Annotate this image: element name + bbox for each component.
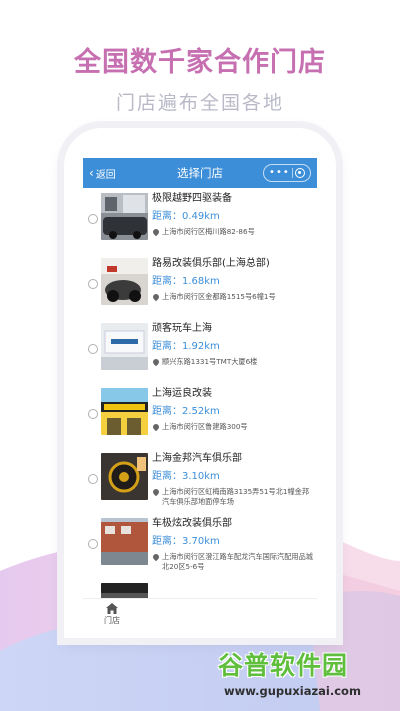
store-item[interactable]: 顽客玩车上海 距离：1.92km 颛兴东路1331号TMT大厦6楼: [83, 318, 317, 383]
store-photo: [101, 583, 148, 598]
promo-headline: 全国数千家合作门店: [74, 47, 326, 78]
store-item[interactable]: 上海运良改装 距离：2.52km 上海市闵行区鲁建路300号: [83, 383, 317, 448]
location-pin-icon: [151, 487, 161, 497]
navbar: ‹ 返回 选择门店 •••: [83, 158, 317, 188]
page-title: 选择门店: [177, 166, 223, 180]
more-dots-icon[interactable]: •••: [269, 168, 290, 178]
store-address: 颛兴东路1331号TMT大厦6楼: [162, 357, 258, 366]
store-name: 顽客玩车上海: [152, 323, 212, 334]
target-icon[interactable]: [294, 168, 305, 178]
store-address: 上海市闵行区虹梅南路3135弄51号北1幢金邦汽车俱乐部地面停车场: [162, 487, 310, 506]
capsule-divider: [291, 168, 293, 178]
store-distance: 距离：0.49km: [152, 211, 220, 222]
store-distance: 距离：1.68km: [152, 276, 220, 287]
watermark-title: 谷普软件园: [218, 651, 349, 680]
phone-screen: ‹ 返回 选择门店 ••• 极限越野四驱装备 距离：0.49km 上海市闵行区梅…: [83, 158, 317, 638]
store-photo: [101, 323, 148, 370]
phone-mockup: ‹ 返回 选择门店 ••• 极限越野四驱装备 距离：0.49km 上海市闵行区梅…: [64, 128, 336, 638]
store-name: 上海金邦汽车俱乐部: [152, 453, 242, 464]
store-distance: 距离：1.92km: [152, 341, 220, 352]
watermark: 谷普软件园 www.gupuxiazai.com: [218, 646, 398, 708]
radio-button[interactable]: [88, 409, 98, 419]
store-distance: 距离：3.10km: [152, 471, 220, 482]
radio-button[interactable]: [88, 214, 98, 224]
store-address: 上海市闵行区澄江路车配龙汽车国际汽配用品城北20区5-6号: [162, 552, 313, 571]
radio-button[interactable]: [88, 279, 98, 289]
store-photo: [101, 193, 148, 240]
store-list: 极限越野四驱装备 距离：0.49km 上海市闵行区梅川路82-86号 路易改装俱…: [83, 188, 317, 598]
store-photo: [101, 258, 148, 305]
store-photo: [101, 518, 148, 565]
tab-home-label: 门店: [104, 616, 120, 625]
store-address: 上海市闵行区鲁建路300号: [162, 422, 248, 431]
store-item[interactable]: 极限越野四驱装备 距离：0.49km 上海市闵行区梅川路82-86号: [83, 188, 317, 253]
miniprogram-capsule: •••: [263, 164, 311, 182]
store-address: 上海市闵行区梅川路82-86号: [162, 227, 255, 236]
store-photo: [101, 453, 148, 500]
watermark-url: www.gupuxiazai.com: [224, 684, 361, 698]
radio-button[interactable]: [88, 474, 98, 484]
location-pin-icon: [151, 292, 161, 302]
tab-bar: 门店: [83, 598, 317, 638]
store-item[interactable]: 车极炫改装俱乐部 距离：3.70km 上海市闵行区澄江路车配龙汽车国际汽配用品城…: [83, 513, 317, 578]
store-item[interactable]: 路易改装俱乐部(上海总部) 距离：1.68km 上海市闵行区金都路1515号6幢…: [83, 253, 317, 318]
home-icon: [106, 603, 118, 614]
chevron-left-icon: ‹: [89, 166, 94, 180]
location-pin-icon: [151, 357, 161, 367]
tab-home[interactable]: 门店: [97, 603, 127, 626]
store-name: 车极炫改装俱乐部: [152, 518, 232, 529]
location-pin-icon: [151, 552, 161, 562]
radio-button[interactable]: [88, 344, 98, 354]
store-name: 路易改装俱乐部(上海总部): [152, 258, 270, 269]
store-photo: [101, 388, 148, 435]
store-item-partial[interactable]: [83, 578, 317, 598]
store-distance: 距离：3.70km: [152, 536, 220, 547]
location-pin-icon: [151, 422, 161, 432]
store-address: 上海市闵行区金都路1515号6幢1号: [162, 292, 276, 301]
back-label: 返回: [95, 169, 116, 181]
store-name: 极限越野四驱装备: [152, 193, 232, 204]
store-distance: 距离：2.52km: [152, 406, 220, 417]
radio-button[interactable]: [88, 539, 98, 549]
location-pin-icon: [151, 227, 161, 237]
promo-subline: 门店遍布全国各地: [115, 92, 284, 114]
back-button[interactable]: ‹ 返回: [89, 158, 116, 188]
store-name: 上海运良改装: [152, 388, 212, 399]
store-item[interactable]: 上海金邦汽车俱乐部 距离：3.10km 上海市闵行区虹梅南路3135弄51号北1…: [83, 448, 317, 513]
